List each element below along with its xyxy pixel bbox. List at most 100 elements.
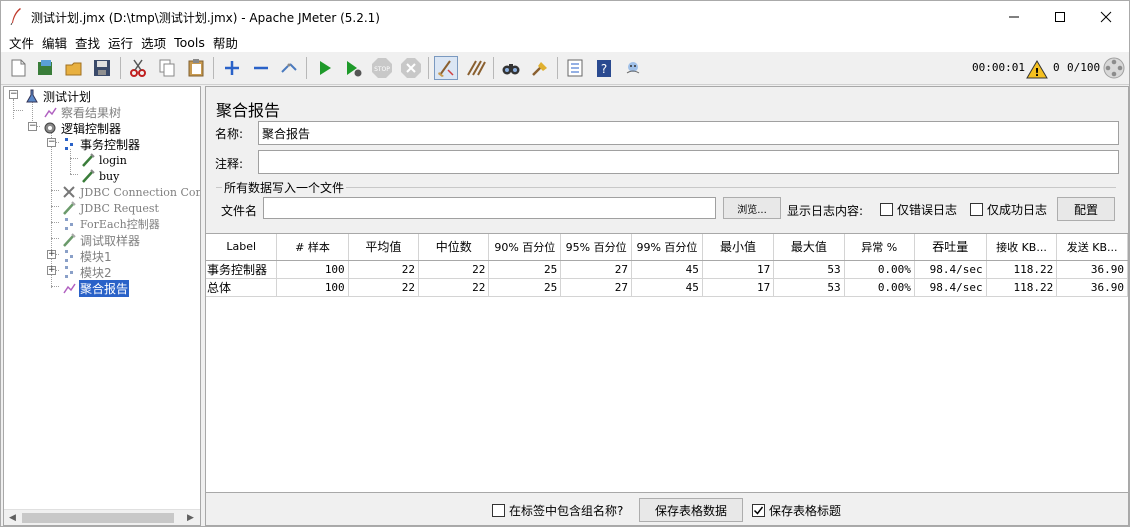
column-header[interactable]: 发送 KB... xyxy=(1056,234,1128,261)
cut-icon[interactable] xyxy=(126,56,150,80)
test-plan-tree: − − − + + 测试计划 察看结果树 逻辑控制器 事务控制器 login b… xyxy=(3,86,201,526)
expand-toggle[interactable]: + xyxy=(47,250,56,259)
shutdown-icon[interactable] xyxy=(399,56,423,80)
save-table-header-checkbox[interactable]: 保存表格标题 xyxy=(752,502,841,519)
browse-button[interactable]: 浏览... xyxy=(723,197,781,219)
tree-node-view-results-tree[interactable]: 察看结果树 xyxy=(42,104,122,120)
table-cell: 0.00% xyxy=(844,260,915,279)
jmeter-feather-icon xyxy=(9,7,23,26)
new-icon[interactable] xyxy=(6,56,30,80)
tree-node-login[interactable]: login xyxy=(80,152,128,168)
column-header[interactable]: Label xyxy=(206,234,278,261)
tree-node-jdbc-request[interactable]: JDBC Request xyxy=(61,200,160,216)
tree-node-module-2[interactable]: 模块2 xyxy=(61,264,113,280)
tree-node-test-plan[interactable]: 测试计划 xyxy=(24,88,92,104)
expand-toggle[interactable]: + xyxy=(47,266,56,275)
collapse-icon[interactable] xyxy=(249,56,273,80)
toggle-icon[interactable] xyxy=(277,56,301,80)
include-group-name-checkbox[interactable]: 在标签中包含组名称? xyxy=(492,502,623,519)
column-header[interactable]: 最小值 xyxy=(702,234,775,261)
reset-search-icon[interactable] xyxy=(528,56,552,80)
configure-button[interactable]: 配置 xyxy=(1057,197,1115,221)
name-label: 名称: xyxy=(215,127,244,141)
paste-icon[interactable] xyxy=(184,56,208,80)
menu-run[interactable]: 运行 xyxy=(104,33,137,52)
start-no-pause-icon[interactable] xyxy=(341,56,365,80)
menu-edit[interactable]: 编辑 xyxy=(38,33,71,52)
column-header[interactable]: 接收 KB... xyxy=(986,234,1058,261)
controller-icon xyxy=(61,264,77,280)
tree-node-aggregate-report[interactable]: 聚合报告 xyxy=(61,279,130,297)
stop-icon[interactable]: STOP xyxy=(370,56,394,80)
column-header[interactable]: 90% 百分位 xyxy=(488,234,562,261)
column-header[interactable]: 异常 % xyxy=(844,234,915,261)
table-row[interactable]: 事务控制器 100 22 22 25 27 45 17 53 0.00% 98.… xyxy=(206,260,1128,279)
filename-input[interactable] xyxy=(263,197,716,219)
comment-field[interactable] xyxy=(258,150,1119,174)
clear-all-icon[interactable] xyxy=(463,56,487,80)
close-button[interactable] xyxy=(1083,1,1129,32)
gear-icon xyxy=(42,120,58,136)
warning-icon[interactable]: ! xyxy=(1025,57,1049,81)
elapsed-time: 00:00:01 xyxy=(972,61,1025,74)
table-cell: 0.00% xyxy=(844,278,915,297)
errors-only-checkbox[interactable]: 仅错误日志 xyxy=(880,201,957,218)
templates-icon[interactable] xyxy=(33,56,57,80)
table-cell: 27 xyxy=(560,260,633,279)
collapse-toggle[interactable]: − xyxy=(9,90,18,99)
tree-node-foreach-controller[interactable]: ForEach控制器 xyxy=(61,216,161,232)
menu-options[interactable]: 选项 xyxy=(137,33,170,52)
table-row[interactable]: 总体 100 22 22 25 27 45 17 53 0.00% 98.4/s… xyxy=(206,278,1128,297)
column-header[interactable]: 最大值 xyxy=(773,234,845,261)
collapse-toggle[interactable]: − xyxy=(47,138,56,147)
column-header[interactable]: # 样本 xyxy=(276,234,349,261)
expand-icon[interactable] xyxy=(220,56,244,80)
column-header[interactable]: 吞吐量 xyxy=(914,234,987,261)
tree-horizontal-scrollbar[interactable]: ◀ ▶ xyxy=(4,509,200,525)
collapse-toggle[interactable]: − xyxy=(28,122,37,131)
table-cell: 事务控制器 xyxy=(206,260,278,279)
clear-icon[interactable] xyxy=(434,56,458,80)
scroll-right-icon[interactable]: ▶ xyxy=(187,513,194,523)
scrollbar-thumb[interactable] xyxy=(22,513,174,523)
start-icon[interactable] xyxy=(313,56,337,80)
column-header[interactable]: 平均值 xyxy=(348,234,420,261)
save-icon[interactable] xyxy=(90,56,114,80)
menu-file[interactable]: 文件 xyxy=(5,33,38,52)
tree-node-module-1[interactable]: 模块1 xyxy=(61,248,113,264)
scroll-left-icon[interactable]: ◀ xyxy=(9,513,16,523)
checkbox-box[interactable] xyxy=(970,203,983,216)
results-table[interactable]: Label # 样本 平均值 中位数 90% 百分位 95% 百分位 99% 百… xyxy=(206,233,1128,493)
column-header[interactable]: 95% 百分位 xyxy=(560,234,633,261)
table-cell: 36.90 xyxy=(1056,260,1128,279)
table-cell: 53 xyxy=(773,260,845,279)
copy-icon[interactable] xyxy=(155,56,179,80)
checkbox-box[interactable] xyxy=(880,203,893,216)
table-cell: 98.4/sec xyxy=(914,278,987,297)
remote-icon[interactable] xyxy=(621,56,645,80)
tree-node-buy[interactable]: buy xyxy=(80,168,120,184)
save-table-data-button[interactable]: 保存表格数据 xyxy=(639,498,743,522)
menu-help[interactable]: 帮助 xyxy=(209,33,242,52)
name-field[interactable]: 聚合报告 xyxy=(258,121,1119,145)
tree-node-jdbc-connection[interactable]: JDBC Connection Con xyxy=(61,184,200,200)
controller-icon xyxy=(61,248,77,264)
table-cell: 17 xyxy=(702,278,775,297)
function-helper-icon[interactable] xyxy=(563,56,587,80)
success-only-checkbox[interactable]: 仅成功日志 xyxy=(970,201,1047,218)
checkbox-box[interactable] xyxy=(752,504,765,517)
comment-label: 注释: xyxy=(215,157,244,171)
menu-search[interactable]: 查找 xyxy=(71,33,104,52)
tree-node-logic-controller[interactable]: 逻辑控制器 xyxy=(42,120,122,136)
open-icon[interactable] xyxy=(62,56,86,80)
tree-node-debug-sampler[interactable]: 调试取样器 xyxy=(61,232,141,248)
help-icon[interactable]: ? xyxy=(592,56,616,80)
column-header[interactable]: 99% 百分位 xyxy=(631,234,703,261)
minimize-button[interactable] xyxy=(991,1,1037,32)
menu-tools[interactable]: Tools xyxy=(170,35,209,50)
checkbox-box[interactable] xyxy=(492,504,505,517)
tree-node-transaction-controller[interactable]: 事务控制器 xyxy=(61,136,141,152)
column-header[interactable]: 中位数 xyxy=(418,234,490,261)
maximize-button[interactable] xyxy=(1037,1,1083,32)
search-icon[interactable] xyxy=(499,56,523,80)
